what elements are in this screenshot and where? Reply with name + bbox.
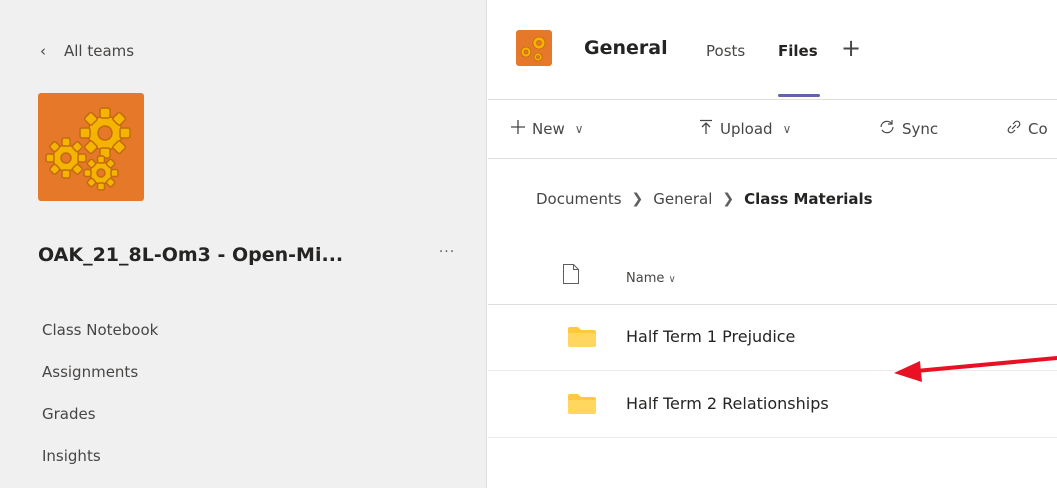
file-row[interactable]: Half Term 1 Prejudice	[488, 305, 1057, 371]
gears-icon	[520, 36, 546, 62]
nav-item-insights[interactable]: Insights	[42, 444, 158, 486]
upload-button[interactable]: Upload ∨	[698, 119, 791, 139]
upload-icon	[698, 119, 714, 139]
nav-item-grades[interactable]: Grades	[42, 402, 158, 444]
breadcrumb-general[interactable]: General	[653, 190, 712, 208]
team-sidebar: ‹ All teams OAK_21_8L-Om3 - Open-Mi... ·…	[0, 0, 487, 488]
chevron-right-icon: ❯	[722, 191, 735, 207]
chevron-down-icon: ∨	[782, 122, 792, 136]
upload-label: Upload	[720, 120, 773, 138]
sync-icon	[878, 119, 896, 139]
new-button[interactable]: New ∨	[510, 119, 584, 139]
link-icon	[1006, 119, 1022, 139]
teams-app: ‹ All teams OAK_21_8L-Om3 - Open-Mi... ·…	[0, 0, 1057, 488]
nav-item-class-notebook[interactable]: Class Notebook	[42, 318, 158, 360]
channel-pane: General Posts Files + New ∨ Upload ∨ Syn…	[488, 0, 1057, 488]
file-row-name: Half Term 2 Relationships	[626, 394, 829, 413]
all-teams-link[interactable]: ‹ All teams	[40, 40, 134, 62]
team-logo	[38, 93, 144, 201]
file-row[interactable]: Half Term 2 Relationships	[488, 372, 1057, 438]
copy-link-button[interactable]: Co	[1006, 119, 1048, 139]
folder-icon	[568, 394, 596, 418]
channel-title: General	[584, 37, 668, 59]
plus-icon	[510, 119, 526, 139]
file-row-name: Half Term 1 Prejudice	[626, 327, 796, 346]
chevron-down-icon: ∨	[574, 122, 584, 136]
team-nav: Class Notebook Assignments Grades Insigh…	[42, 318, 158, 486]
team-name: OAK_21_8L-Om3 - Open-Mi...	[38, 244, 344, 266]
name-column-label: Name	[626, 271, 665, 286]
tab-posts[interactable]: Posts	[706, 42, 745, 60]
breadcrumb-class-materials: Class Materials	[744, 190, 873, 208]
sync-button[interactable]: Sync	[878, 119, 938, 139]
nav-item-assignments[interactable]: Assignments	[42, 360, 158, 402]
sync-label: Sync	[902, 120, 939, 138]
copy-label: Co	[1028, 120, 1048, 138]
folder-icon	[568, 327, 596, 351]
all-teams-label: All teams	[64, 42, 135, 60]
name-column-header[interactable]: Name ∨	[626, 271, 676, 286]
breadcrumb-documents[interactable]: Documents	[536, 190, 622, 208]
add-tab-button[interactable]: +	[841, 36, 861, 60]
chevron-down-icon: ∨	[668, 274, 676, 285]
active-tab-indicator	[778, 94, 820, 97]
chevron-left-icon: ‹	[40, 42, 46, 60]
file-list-header: Name ∨	[488, 255, 1057, 305]
chevron-right-icon: ❯	[631, 191, 644, 207]
tab-files[interactable]: Files	[778, 42, 818, 60]
gears-icon	[45, 107, 131, 191]
breadcrumb: Documents ❯ General ❯ Class Materials	[536, 190, 873, 208]
channel-logo	[516, 30, 552, 66]
new-label: New	[532, 120, 565, 138]
channel-header: General Posts Files +	[488, 0, 1057, 100]
files-toolbar: New ∨ Upload ∨ Sync Co	[488, 101, 1057, 159]
more-options-button[interactable]: ···	[435, 244, 459, 264]
document-icon	[562, 263, 580, 289]
